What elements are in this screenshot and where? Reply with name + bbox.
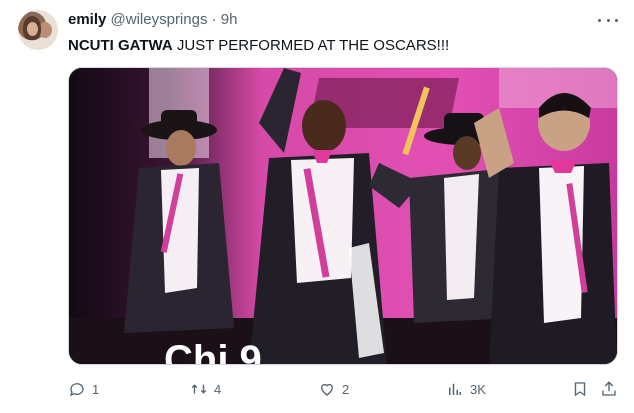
retweet-count: 4 <box>214 381 222 397</box>
reply-button[interactable]: 1 <box>68 379 99 399</box>
bookmark-icon <box>574 382 586 397</box>
views-count: 3K <box>470 381 486 397</box>
tweet-header: emily @wileysprings · 9h <box>68 11 237 29</box>
retweet-button[interactable]: 4 <box>190 379 221 399</box>
bookmark-button[interactable] <box>571 379 589 399</box>
more-horizontal-icon[interactable] <box>598 12 618 28</box>
share-icon <box>602 381 616 396</box>
separator-dot: · <box>211 11 217 28</box>
views-button[interactable]: 3K <box>446 379 486 399</box>
tweet-text: NCUTI GATWA JUST PERFORMED AT THE OSCARS… <box>68 36 449 56</box>
tweet-text-rest: JUST PERFORMED AT THE OSCARS!!! <box>172 37 450 54</box>
avatar-face-1 <box>27 22 38 36</box>
views-icon <box>449 383 461 395</box>
caption-overlay: Chi 9 <box>164 338 262 365</box>
author-name[interactable]: emily <box>68 11 106 28</box>
heart-icon <box>321 383 333 396</box>
action-bar: 1 4 2 3K <box>68 379 620 399</box>
author-handle[interactable]: @wileysprings <box>111 11 208 28</box>
avatar[interactable] <box>18 10 58 50</box>
tweet-media-photo[interactable]: Chi 9 <box>68 67 618 365</box>
tweet-text-bold: NCUTI GATWA <box>68 37 173 54</box>
reply-count: 1 <box>92 381 100 397</box>
like-button[interactable]: 2 <box>318 379 349 399</box>
timestamp[interactable]: 9h <box>221 11 238 28</box>
share-button[interactable] <box>600 379 618 399</box>
reply-icon <box>69 383 84 397</box>
performance-photo: Chi 9 <box>69 68 617 365</box>
like-count: 2 <box>342 381 350 397</box>
retweet-icon <box>191 384 207 394</box>
